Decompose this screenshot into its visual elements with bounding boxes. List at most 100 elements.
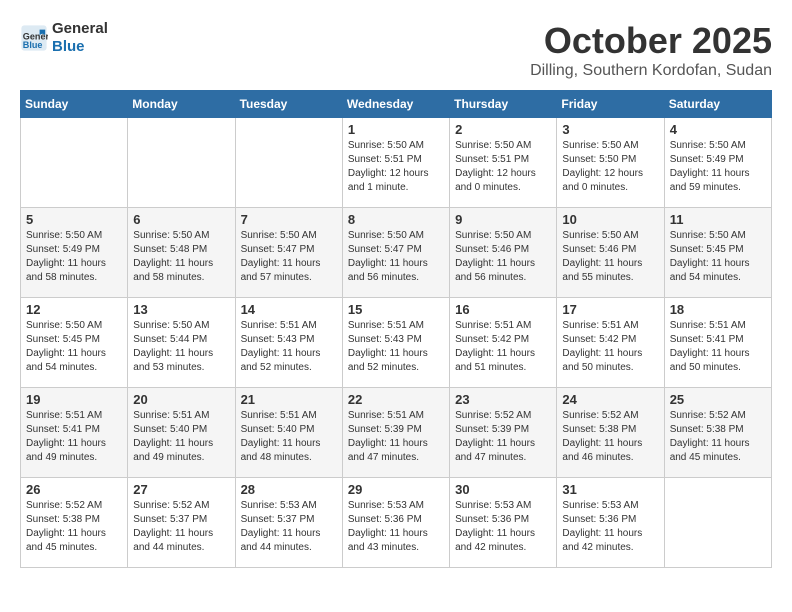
day-info: Sunrise: 5:50 AM Sunset: 5:44 PM Dayligh… (133, 319, 229, 375)
day-number: 31 (562, 482, 658, 497)
calendar-cell: 19 Sunrise: 5:51 AM Sunset: 5:41 PM Dayli… (21, 388, 128, 478)
calendar-cell: 16 Sunrise: 5:51 AM Sunset: 5:42 PM Dayli… (450, 298, 557, 388)
calendar-cell: 2 Sunrise: 5:50 AM Sunset: 5:51 PM Daylig… (450, 118, 557, 208)
calendar-cell: 4Sunrise: 5:50 AM Sunset: 5:49 PM Daylig… (664, 118, 771, 208)
calendar-table: SundayMondayTuesdayWednesdayThursdayFrid… (20, 90, 772, 568)
weekday-header-thursday: Thursday (450, 91, 557, 118)
calendar-cell: 1Sunrise: 5:50 AM Sunset: 5:51 PM Daylig… (342, 118, 449, 208)
day-number: 16 (455, 302, 551, 317)
calendar-week-row: 5 Sunrise: 5:50 AM Sunset: 5:49 PM Daylig… (21, 208, 772, 298)
calendar-cell: 12 Sunrise: 5:50 AM Sunset: 5:45 PM Dayli… (21, 298, 128, 388)
logo-blue: Blue (52, 38, 85, 55)
calendar-cell: 9 Sunrise: 5:50 AM Sunset: 5:46 PM Daylig… (450, 208, 557, 298)
day-info: Sunrise: 5:50 AM Sunset: 5:51 PM Dayligh… (348, 139, 444, 195)
weekday-header-tuesday: Tuesday (235, 91, 342, 118)
day-number: 26 (26, 482, 122, 497)
calendar-cell: 8Sunrise: 5:50 AM Sunset: 5:47 PM Daylig… (342, 208, 449, 298)
calendar-cell: 28 Sunrise: 5:53 AM Sunset: 5:37 PM Dayli… (235, 478, 342, 568)
day-info: Sunrise: 5:50 AM Sunset: 5:47 PM Dayligh… (241, 229, 337, 285)
calendar-cell (664, 478, 771, 568)
day-number: 7 (241, 212, 337, 227)
day-info: Sunrise: 5:51 AM Sunset: 5:39 PM Dayligh… (348, 409, 444, 465)
weekday-header-monday: Monday (128, 91, 235, 118)
day-info: Sunrise: 5:50 AM Sunset: 5:50 PM Dayligh… (562, 139, 658, 195)
calendar-cell: 3Sunrise: 5:50 AM Sunset: 5:50 PM Daylig… (557, 118, 664, 208)
logo-general: General (52, 20, 108, 37)
page-container: General Blue General Blue October 2025 D… (0, 0, 792, 578)
day-number: 15 (348, 302, 444, 317)
logo-icon: General Blue (20, 24, 48, 52)
day-info: Sunrise: 5:50 AM Sunset: 5:51 PM Dayligh… (455, 139, 551, 195)
calendar-cell: 22 Sunrise: 5:51 AM Sunset: 5:39 PM Dayli… (342, 388, 449, 478)
svg-text:Blue: Blue (23, 40, 43, 50)
calendar-cell: 6 Sunrise: 5:50 AM Sunset: 5:48 PM Daylig… (128, 208, 235, 298)
day-number: 27 (133, 482, 229, 497)
title-block: October 2025 Dilling, Southern Kordofan,… (530, 20, 772, 80)
day-number: 20 (133, 392, 229, 407)
location: Dilling, Southern Kordofan, Sudan (530, 62, 772, 80)
day-info: Sunrise: 5:52 AM Sunset: 5:38 PM Dayligh… (670, 409, 766, 465)
day-number: 5 (26, 212, 122, 227)
day-info: Sunrise: 5:51 AM Sunset: 5:42 PM Dayligh… (562, 319, 658, 375)
weekday-header-saturday: Saturday (664, 91, 771, 118)
calendar-cell: 29Sunrise: 5:53 AM Sunset: 5:36 PM Dayli… (342, 478, 449, 568)
day-info: Sunrise: 5:50 AM Sunset: 5:47 PM Dayligh… (348, 229, 444, 285)
day-number: 19 (26, 392, 122, 407)
day-number: 12 (26, 302, 122, 317)
calendar-cell: 13 Sunrise: 5:50 AM Sunset: 5:44 PM Dayli… (128, 298, 235, 388)
day-info: Sunrise: 5:50 AM Sunset: 5:49 PM Dayligh… (670, 139, 766, 195)
day-number: 14 (241, 302, 337, 317)
day-number: 13 (133, 302, 229, 317)
calendar-header-row: SundayMondayTuesdayWednesdayThursdayFrid… (21, 91, 772, 118)
day-info: Sunrise: 5:52 AM Sunset: 5:38 PM Dayligh… (562, 409, 658, 465)
header: General Blue General Blue October 2025 D… (20, 20, 772, 80)
calendar-week-row: 19 Sunrise: 5:51 AM Sunset: 5:41 PM Dayli… (21, 388, 772, 478)
calendar-cell: 24 Sunrise: 5:52 AM Sunset: 5:38 PM Dayli… (557, 388, 664, 478)
calendar-cell: 23Sunrise: 5:52 AM Sunset: 5:39 PM Dayli… (450, 388, 557, 478)
calendar-week-row: 12 Sunrise: 5:50 AM Sunset: 5:45 PM Dayli… (21, 298, 772, 388)
day-info: Sunrise: 5:51 AM Sunset: 5:40 PM Dayligh… (241, 409, 337, 465)
day-number: 23 (455, 392, 551, 407)
day-number: 9 (455, 212, 551, 227)
calendar-cell: 14Sunrise: 5:51 AM Sunset: 5:43 PM Dayli… (235, 298, 342, 388)
calendar-cell: 21 Sunrise: 5:51 AM Sunset: 5:40 PM Dayli… (235, 388, 342, 478)
day-number: 22 (348, 392, 444, 407)
calendar-cell: 26Sunrise: 5:52 AM Sunset: 5:38 PM Dayli… (21, 478, 128, 568)
calendar-cell (21, 118, 128, 208)
day-info: Sunrise: 5:50 AM Sunset: 5:46 PM Dayligh… (455, 229, 551, 285)
day-number: 6 (133, 212, 229, 227)
day-info: Sunrise: 5:51 AM Sunset: 5:42 PM Dayligh… (455, 319, 551, 375)
day-number: 21 (241, 392, 337, 407)
day-info: Sunrise: 5:50 AM Sunset: 5:49 PM Dayligh… (26, 229, 122, 285)
day-info: Sunrise: 5:50 AM Sunset: 5:45 PM Dayligh… (26, 319, 122, 375)
day-number: 17 (562, 302, 658, 317)
day-number: 2 (455, 122, 551, 137)
day-info: Sunrise: 5:53 AM Sunset: 5:37 PM Dayligh… (241, 499, 337, 555)
calendar-cell: 15 Sunrise: 5:51 AM Sunset: 5:43 PM Dayli… (342, 298, 449, 388)
calendar-cell (128, 118, 235, 208)
day-number: 10 (562, 212, 658, 227)
logo: General Blue General Blue (20, 20, 108, 56)
day-info: Sunrise: 5:53 AM Sunset: 5:36 PM Dayligh… (455, 499, 551, 555)
day-number: 24 (562, 392, 658, 407)
month-title: October 2025 (530, 20, 772, 62)
calendar-cell: 17 Sunrise: 5:51 AM Sunset: 5:42 PM Dayli… (557, 298, 664, 388)
weekday-header-friday: Friday (557, 91, 664, 118)
calendar-cell: 11Sunrise: 5:50 AM Sunset: 5:45 PM Dayli… (664, 208, 771, 298)
day-number: 28 (241, 482, 337, 497)
day-number: 11 (670, 212, 766, 227)
day-number: 18 (670, 302, 766, 317)
day-info: Sunrise: 5:51 AM Sunset: 5:43 PM Dayligh… (348, 319, 444, 375)
calendar-cell: 7 Sunrise: 5:50 AM Sunset: 5:47 PM Daylig… (235, 208, 342, 298)
day-info: Sunrise: 5:50 AM Sunset: 5:46 PM Dayligh… (562, 229, 658, 285)
calendar-cell: 5 Sunrise: 5:50 AM Sunset: 5:49 PM Daylig… (21, 208, 128, 298)
day-info: Sunrise: 5:51 AM Sunset: 5:41 PM Dayligh… (26, 409, 122, 465)
day-info: Sunrise: 5:50 AM Sunset: 5:48 PM Dayligh… (133, 229, 229, 285)
calendar-week-row: 26Sunrise: 5:52 AM Sunset: 5:38 PM Dayli… (21, 478, 772, 568)
weekday-header-sunday: Sunday (21, 91, 128, 118)
calendar-cell: 25Sunrise: 5:52 AM Sunset: 5:38 PM Dayli… (664, 388, 771, 478)
day-number: 30 (455, 482, 551, 497)
calendar-cell: 27Sunrise: 5:52 AM Sunset: 5:37 PM Dayli… (128, 478, 235, 568)
day-info: Sunrise: 5:53 AM Sunset: 5:36 PM Dayligh… (562, 499, 658, 555)
calendar-cell: 10 Sunrise: 5:50 AM Sunset: 5:46 PM Dayli… (557, 208, 664, 298)
